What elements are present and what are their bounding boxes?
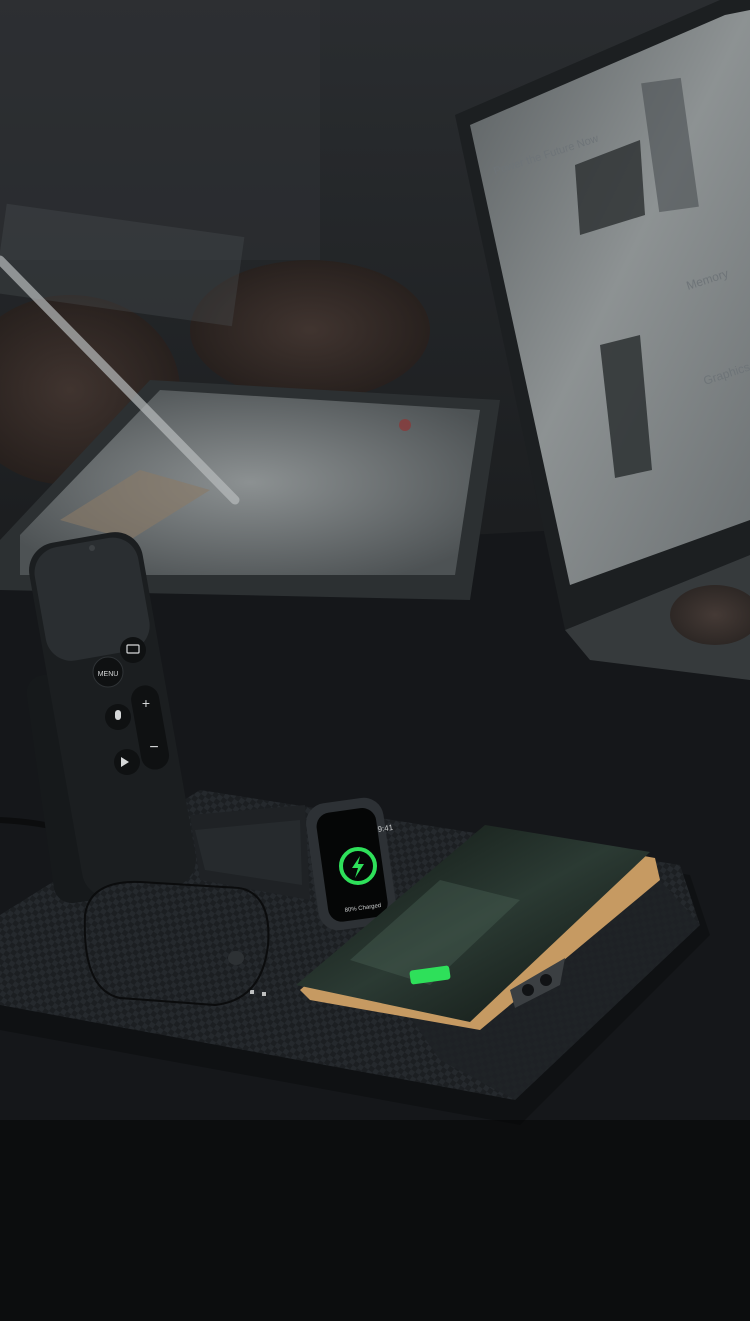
minus-icon: − [149, 739, 158, 756]
menu-label: MENU [98, 671, 119, 678]
product-photo-svg: Power the Future Now Memory Graphics MEN… [0, 0, 750, 1321]
airpods-case [83, 880, 270, 1007]
product-photo: Power the Future Now Memory Graphics MEN… [0, 0, 750, 1321]
foreground-shadow [0, 1120, 750, 1321]
plus-icon: + [142, 695, 150, 711]
tv-button [120, 637, 146, 663]
